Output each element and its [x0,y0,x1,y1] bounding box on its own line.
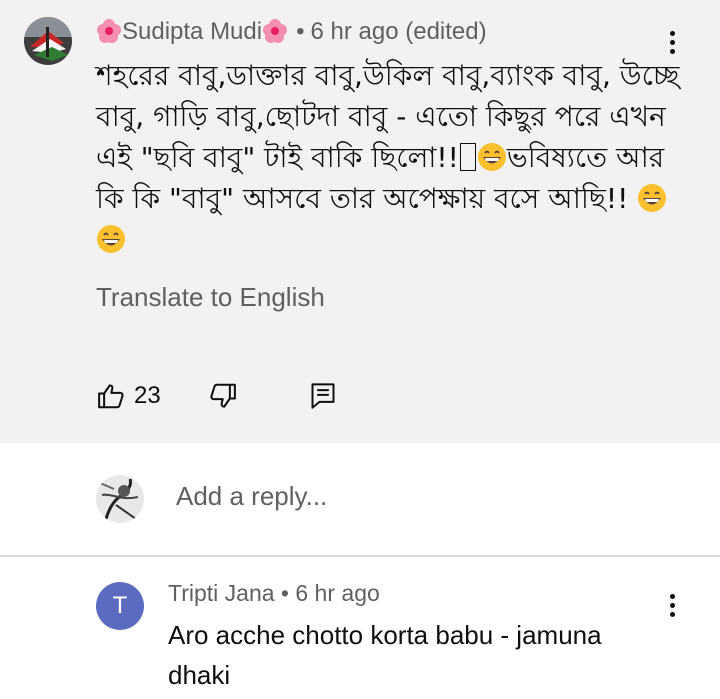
comment-header: Sudipta Mudi • 6 hr ago (edited) [96,16,487,48]
flower-emoji-icon [263,19,288,43]
reply-author-avatar[interactable]: T [96,582,144,630]
reply-author[interactable]: Tripti Jana [168,580,275,606]
reply-button[interactable] [310,376,336,416]
reply-comment-icon [311,383,335,409]
divider [0,555,720,557]
comment-card: Sudipta Mudi • 6 hr ago (edited) শহরের বা… [0,0,720,443]
avatar-image [24,17,72,65]
reply-input-row: Add a reply... [0,443,720,555]
more-vert-icon [669,593,675,599]
like-count: 23 [134,382,161,409]
flower-emoji-icon [97,19,121,43]
more-vert-icon [669,30,675,36]
translate-button[interactable]: Translate to English [96,282,325,313]
grinning-face-emoji [638,184,667,212]
missing-glyph [459,143,476,171]
thumb-up-icon [98,384,124,409]
add-reply-input[interactable]: Add a reply... [176,481,327,512]
commenter-avatar[interactable] [24,17,72,65]
reply-timestamp[interactable]: 6 hr ago [295,580,379,606]
dislike-button[interactable] [208,376,238,416]
reply-menu-button[interactable] [660,589,684,621]
grinning-face-emoji [97,225,125,253]
thumb-down-icon [210,383,236,408]
comment-menu-button[interactable] [660,26,684,58]
current-user-avatar [96,475,144,523]
comment-timestamp[interactable]: 6 hr ago (edited) [311,18,487,45]
meta-separator: • [296,18,305,45]
like-button[interactable]: 23 [96,376,161,416]
reply-header: Tripti Jana • 6 hr ago [168,580,380,607]
grinning-face-emoji [477,143,506,171]
comment-author[interactable]: Sudipta Mudi [122,18,262,45]
meta-separator: • [280,580,289,606]
avatar-image [96,475,144,523]
reply-text: Aro acche chotto korta babu - jamuna dha… [168,620,602,690]
comment-text: শহরের বাবু,ডাক্তার বাবু,উকিল বাবু,ব্যাংক… [96,55,686,260]
